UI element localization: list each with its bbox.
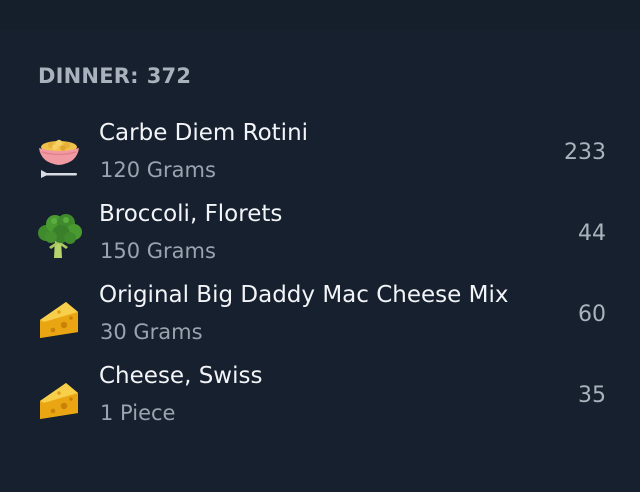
food-name: Broccoli, Florets (99, 201, 283, 227)
food-calories: 60 (578, 302, 606, 327)
food-calories: 35 (578, 383, 606, 408)
food-name: Cheese, Swiss (99, 363, 263, 389)
food-item-row[interactable]: Broccoli, Florets 150 Grams 44 (0, 201, 640, 279)
food-calories: 44 (578, 221, 606, 246)
food-item-row[interactable]: Original Big Daddy Mac Cheese Mix 30 Gra… (0, 282, 640, 360)
meal-calories: 372 (146, 64, 192, 88)
meal-title: DINNER: (38, 64, 139, 88)
food-amount: 30 Grams (100, 320, 203, 344)
top-band (0, 0, 640, 30)
food-name: Original Big Daddy Mac Cheese Mix (99, 282, 509, 308)
food-amount: 150 Grams (100, 239, 216, 263)
food-amount: 120 Grams (100, 158, 216, 182)
food-calories: 233 (564, 140, 606, 165)
food-amount: 1 Piece (100, 401, 176, 425)
pasta-bowl-icon (34, 130, 84, 180)
food-name: Carbe Diem Rotini (99, 120, 309, 146)
food-item-row[interactable]: Carbe Diem Rotini 120 Grams 233 (0, 120, 640, 198)
broccoli-icon (34, 211, 84, 261)
meal-section-header: DINNER: 372 (38, 64, 191, 88)
cheese-icon (34, 292, 84, 342)
food-item-row[interactable]: Cheese, Swiss 1 Piece 35 (0, 363, 640, 441)
cheese-icon (34, 373, 84, 423)
